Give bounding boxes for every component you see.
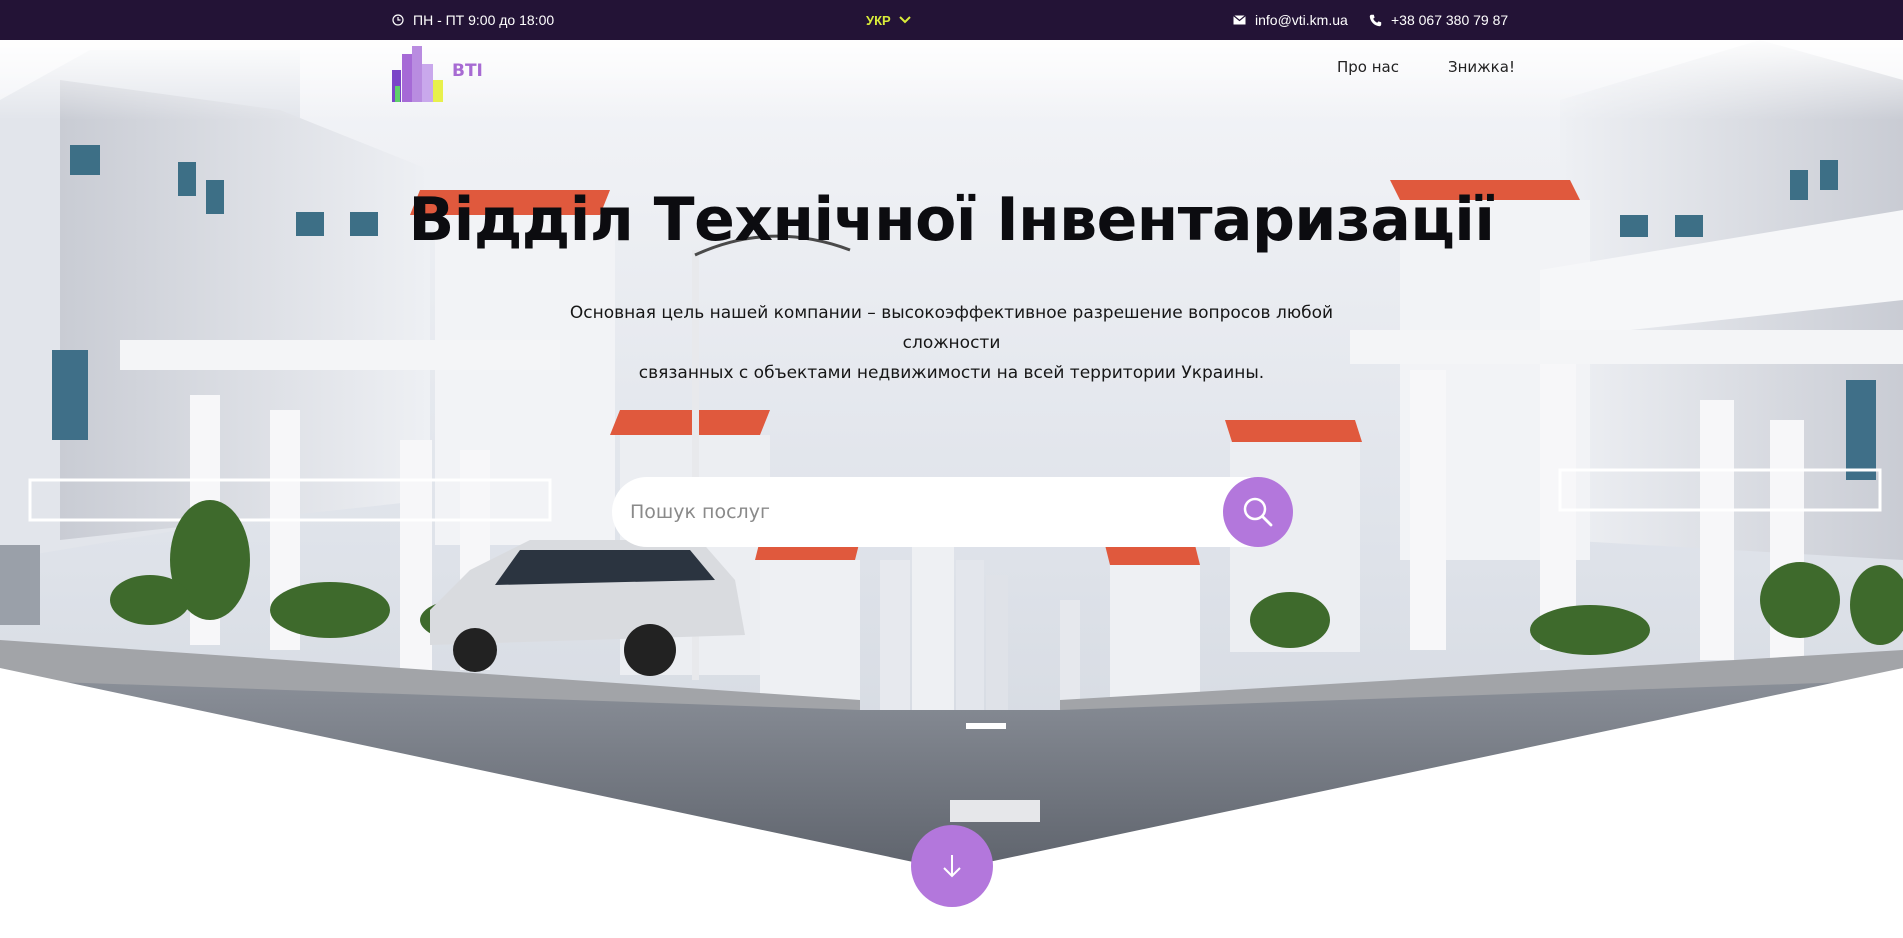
email-contact[interactable]: info@vti.km.ua — [1233, 0, 1348, 40]
phone-contact[interactable]: +38 067 380 79 87 — [1369, 0, 1508, 40]
hero-subtitle-line-1: Основная цель нашей компании – высокоэфф… — [569, 303, 1334, 353]
envelope-icon — [1233, 15, 1246, 25]
search-icon — [1243, 497, 1273, 527]
nav-link-discount[interactable]: Знижка! — [1448, 58, 1515, 76]
hero-subtitle-line-2: связанных с объектами недвижимости на вс… — [638, 363, 1265, 383]
logo-text: BTI — [452, 61, 483, 81]
header-fade-overlay — [0, 40, 1903, 120]
search-input[interactable] — [630, 477, 1210, 547]
search-button[interactable] — [1223, 477, 1293, 547]
hero-section: BTI Про нас Знижка! Відділ Технічної Інв… — [0, 40, 1903, 938]
hero-subtitle: Основная цель нашей компании – высокоэфф… — [520, 298, 1383, 388]
top-info-bar: ПН - ПТ 9:00 до 18:00 УКР info@vti.km.ua… — [0, 0, 1903, 40]
page-title: Відділ Технічної Інвентаризації — [408, 185, 1495, 255]
chevron-down-icon — [898, 16, 911, 24]
arrow-down-icon — [943, 855, 961, 878]
nav-link-about[interactable]: Про нас — [1337, 58, 1399, 76]
service-search-bar — [612, 477, 1293, 547]
phone-link[interactable]: +38 067 380 79 87 — [1391, 12, 1508, 28]
scroll-down-button[interactable] — [911, 825, 993, 907]
language-label: УКР — [866, 12, 891, 28]
building-logo-icon — [392, 46, 443, 102]
email-link[interactable]: info@vti.km.ua — [1255, 12, 1348, 28]
working-hours: ПН - ПТ 9:00 до 18:00 — [392, 0, 554, 40]
working-hours-text: ПН - ПТ 9:00 до 18:00 — [413, 12, 555, 28]
language-selector[interactable]: УКР — [866, 0, 911, 40]
clock-icon — [392, 14, 404, 26]
phone-icon — [1369, 14, 1382, 26]
site-logo[interactable]: BTI — [392, 46, 483, 102]
